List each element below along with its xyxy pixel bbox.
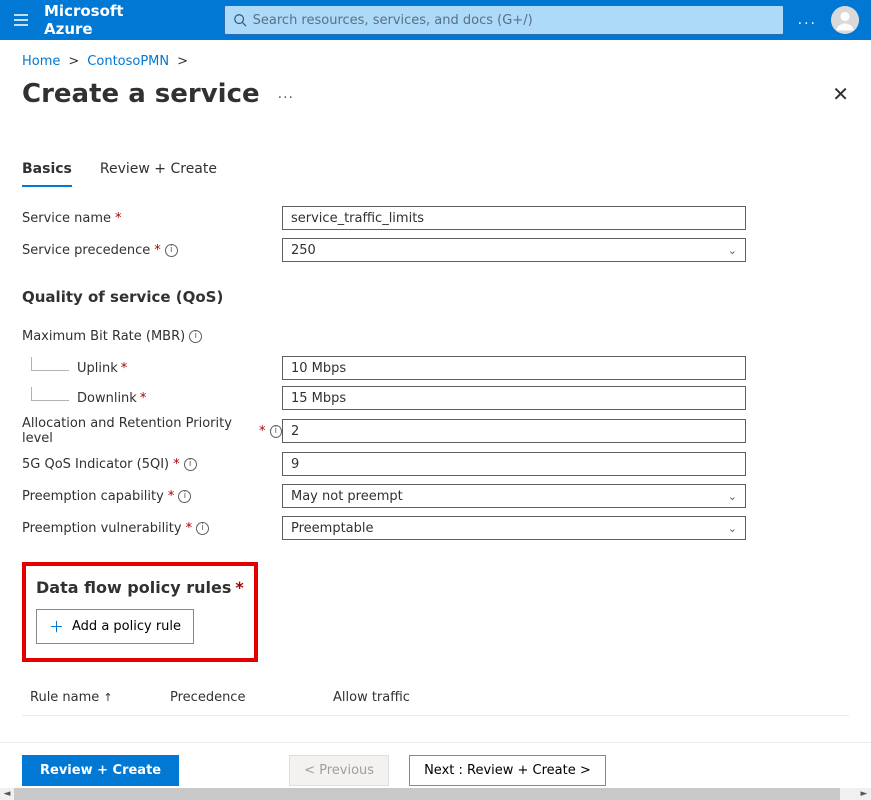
policy-rules-highlight: Data flow policy rules* ＋ Add a policy r… — [22, 562, 258, 662]
brand-label: Microsoft Azure — [44, 2, 164, 38]
plus-icon: ＋ — [49, 616, 64, 637]
uplink-input[interactable] — [282, 356, 746, 380]
horizontal-scrollbar[interactable]: ◄ ► — [0, 788, 871, 800]
page-title: Create a service — [22, 79, 260, 109]
tab-review-create[interactable]: Review + Create — [100, 161, 217, 187]
service-name-label: Service name* — [22, 211, 282, 226]
chevron-right-icon: > — [177, 54, 188, 69]
arp-label: Allocation and Retention Priority level*… — [22, 416, 282, 446]
tabs: Basics Review + Create — [22, 161, 849, 188]
avatar[interactable] — [831, 6, 859, 34]
rules-table-header: Rule name↑ Precedence Allow traffic — [22, 680, 849, 716]
info-icon[interactable]: i — [178, 490, 191, 503]
top-bar: Microsoft Azure ... — [0, 0, 871, 40]
add-policy-rule-button[interactable]: ＋ Add a policy rule — [36, 609, 194, 644]
col-rule-name[interactable]: Rule name↑ — [22, 690, 170, 705]
service-precedence-select[interactable]: 250 ⌄ — [282, 238, 746, 262]
search-input[interactable] — [253, 13, 775, 28]
scroll-right-icon[interactable]: ► — [857, 789, 871, 799]
more-icon[interactable]: ... — [798, 12, 817, 28]
preempt-cap-label: Preemption capability* i — [22, 489, 282, 504]
info-icon[interactable]: i — [184, 458, 197, 471]
info-icon[interactable]: i — [196, 522, 209, 535]
preempt-cap-value: May not preempt — [291, 489, 403, 504]
page-header: Create a service ... ✕ — [22, 79, 849, 109]
global-search[interactable] — [224, 5, 784, 35]
preempt-vuln-label: Preemption vulnerability* i — [22, 521, 282, 536]
info-icon[interactable]: i — [189, 330, 202, 343]
chevron-down-icon: ⌄ — [728, 522, 737, 535]
info-icon[interactable]: i — [165, 244, 178, 257]
review-create-button[interactable]: Review + Create — [22, 755, 179, 786]
fqi-input[interactable] — [282, 452, 746, 476]
service-name-input[interactable] — [282, 206, 746, 230]
form-basics: Service name* Service precedence* i 250 … — [22, 204, 849, 716]
fqi-label: 5G QoS Indicator (5QI)* i — [22, 457, 282, 472]
breadcrumb-home[interactable]: Home — [22, 54, 60, 69]
downlink-input[interactable] — [282, 386, 746, 410]
add-policy-rule-label: Add a policy rule — [72, 619, 181, 634]
preempt-cap-select[interactable]: May not preempt ⌄ — [282, 484, 746, 508]
previous-button: < Previous — [289, 755, 389, 786]
breadcrumb: Home > ContosoPMN > — [22, 54, 849, 69]
preempt-vuln-value: Preemptable — [291, 521, 374, 536]
arp-input[interactable] — [282, 419, 746, 443]
col-precedence[interactable]: Precedence — [170, 690, 305, 705]
next-button[interactable]: Next : Review + Create > — [409, 755, 606, 786]
service-precedence-label: Service precedence* i — [22, 243, 282, 258]
content: Home > ContosoPMN > Create a service ...… — [0, 40, 871, 716]
hamburger-icon[interactable] — [12, 11, 30, 29]
title-more-icon[interactable]: ... — [278, 86, 294, 102]
search-icon — [233, 13, 247, 27]
info-icon[interactable]: i — [270, 425, 282, 438]
downlink-label: Downlink* — [22, 391, 282, 406]
service-precedence-value: 250 — [291, 243, 316, 258]
scroll-left-icon[interactable]: ◄ — [0, 789, 14, 799]
uplink-label: Uplink* — [22, 361, 282, 376]
footer-bar: Review + Create < Previous Next : Review… — [0, 742, 871, 786]
preempt-vuln-select[interactable]: Preemptable ⌄ — [282, 516, 746, 540]
mbr-label: Maximum Bit Rate (MBR) i — [22, 329, 282, 344]
close-icon[interactable]: ✕ — [832, 82, 849, 106]
scrollbar-thumb[interactable] — [14, 788, 840, 800]
breadcrumb-item[interactable]: ContosoPMN — [87, 54, 169, 69]
col-allow-traffic[interactable]: Allow traffic — [305, 690, 445, 705]
policy-rules-heading: Data flow policy rules* — [36, 578, 244, 597]
chevron-down-icon: ⌄ — [728, 244, 737, 257]
chevron-down-icon: ⌄ — [728, 490, 737, 503]
chevron-right-icon: > — [68, 54, 79, 69]
topbar-right: ... — [798, 6, 859, 34]
sort-up-icon: ↑ — [103, 691, 112, 704]
qos-heading: Quality of service (QoS) — [22, 288, 849, 306]
tab-basics[interactable]: Basics — [22, 161, 72, 187]
